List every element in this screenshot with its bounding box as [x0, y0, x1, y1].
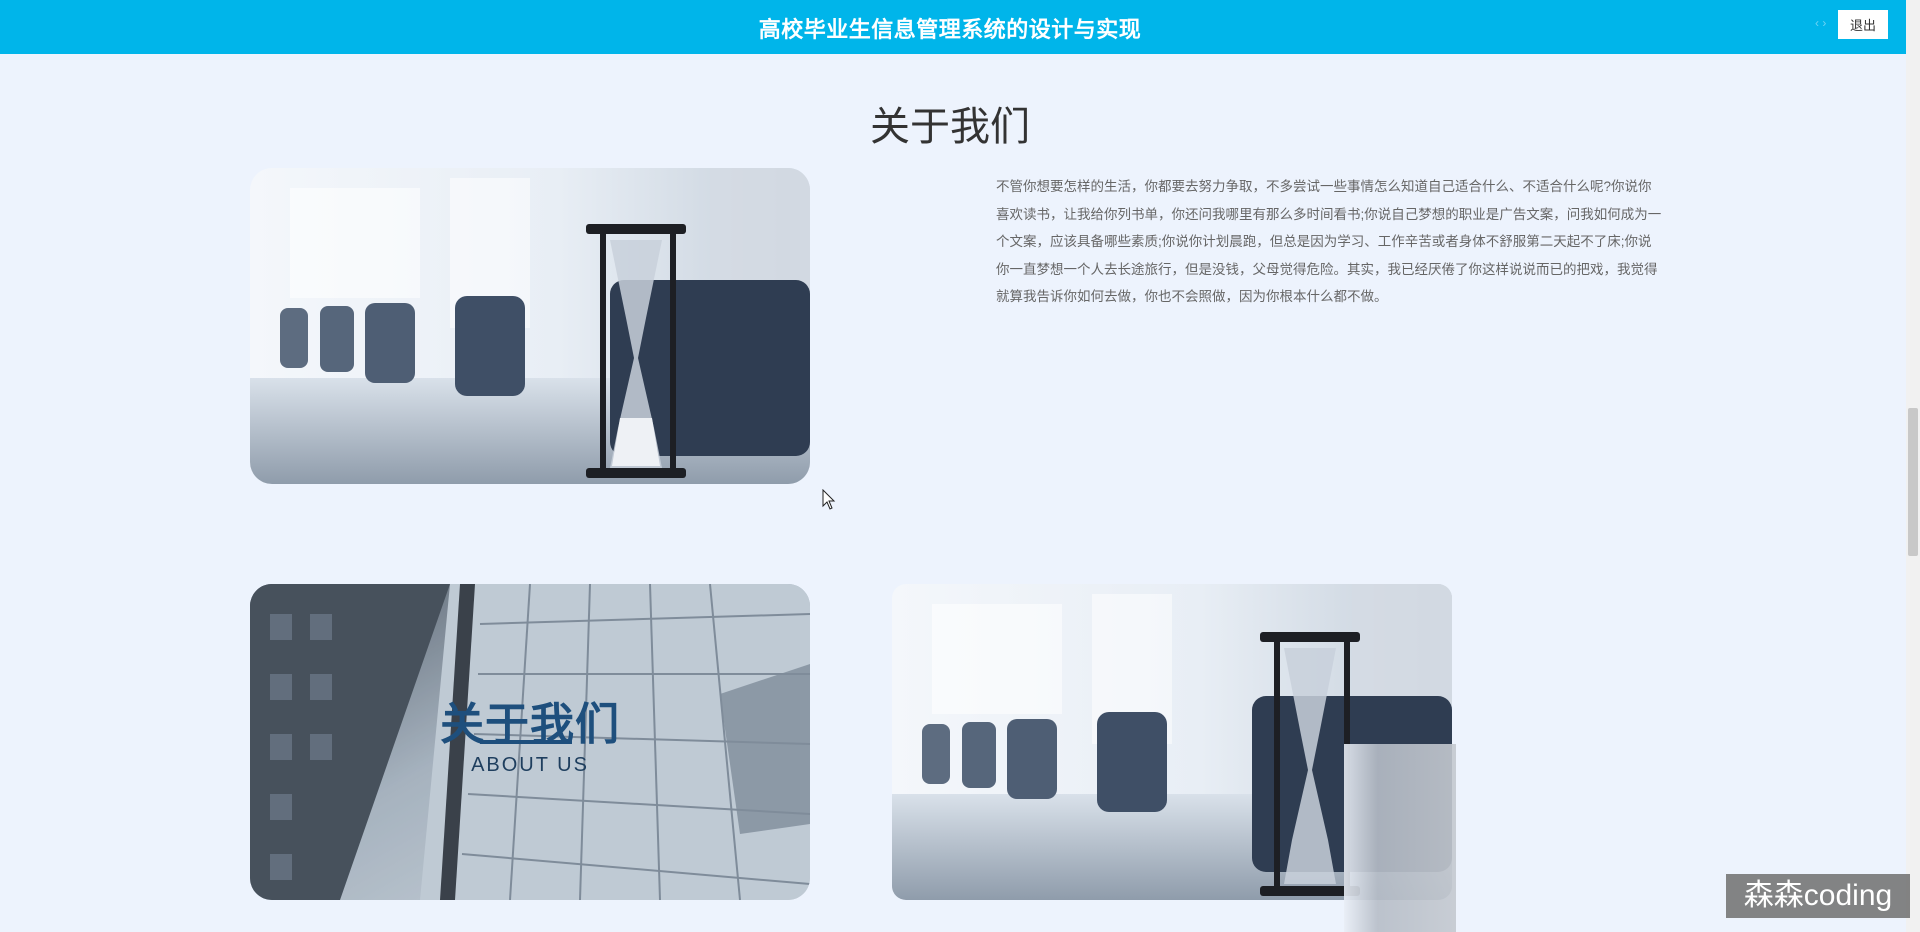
- overlay-block: [1344, 744, 1456, 932]
- section-title: 关于我们: [870, 105, 1030, 149]
- banner-divider: [480, 740, 572, 744]
- logout-button[interactable]: 退出: [1838, 10, 1888, 39]
- nav-arrows-icon[interactable]: ‹ ›: [1815, 16, 1826, 30]
- top-nav-bar: 高校毕业生信息管理系统的设计与实现 ‹ › 退出: [0, 0, 1906, 54]
- app-title: 高校毕业生信息管理系统的设计与实现: [758, 17, 1142, 42]
- watermark: 森森coding: [1726, 874, 1910, 918]
- about-image-hourglass: [250, 168, 810, 484]
- mouse-pointer-icon: [822, 489, 836, 510]
- about-description: 不管你想要怎样的生活，你都要去努力争取，不多尝试一些事情怎么知道自己适合什么、不…: [996, 179, 1662, 304]
- page: 高校毕业生信息管理系统的设计与实现 ‹ › 退出 关于我们 不管你想要怎样的生活…: [0, 0, 1920, 932]
- banner-subtitle: ABOUT US: [471, 754, 589, 776]
- scrollbar-thumb[interactable]: [1908, 408, 1918, 556]
- about-us-banner-image: 关于我们 ABOUT US: [250, 584, 810, 900]
